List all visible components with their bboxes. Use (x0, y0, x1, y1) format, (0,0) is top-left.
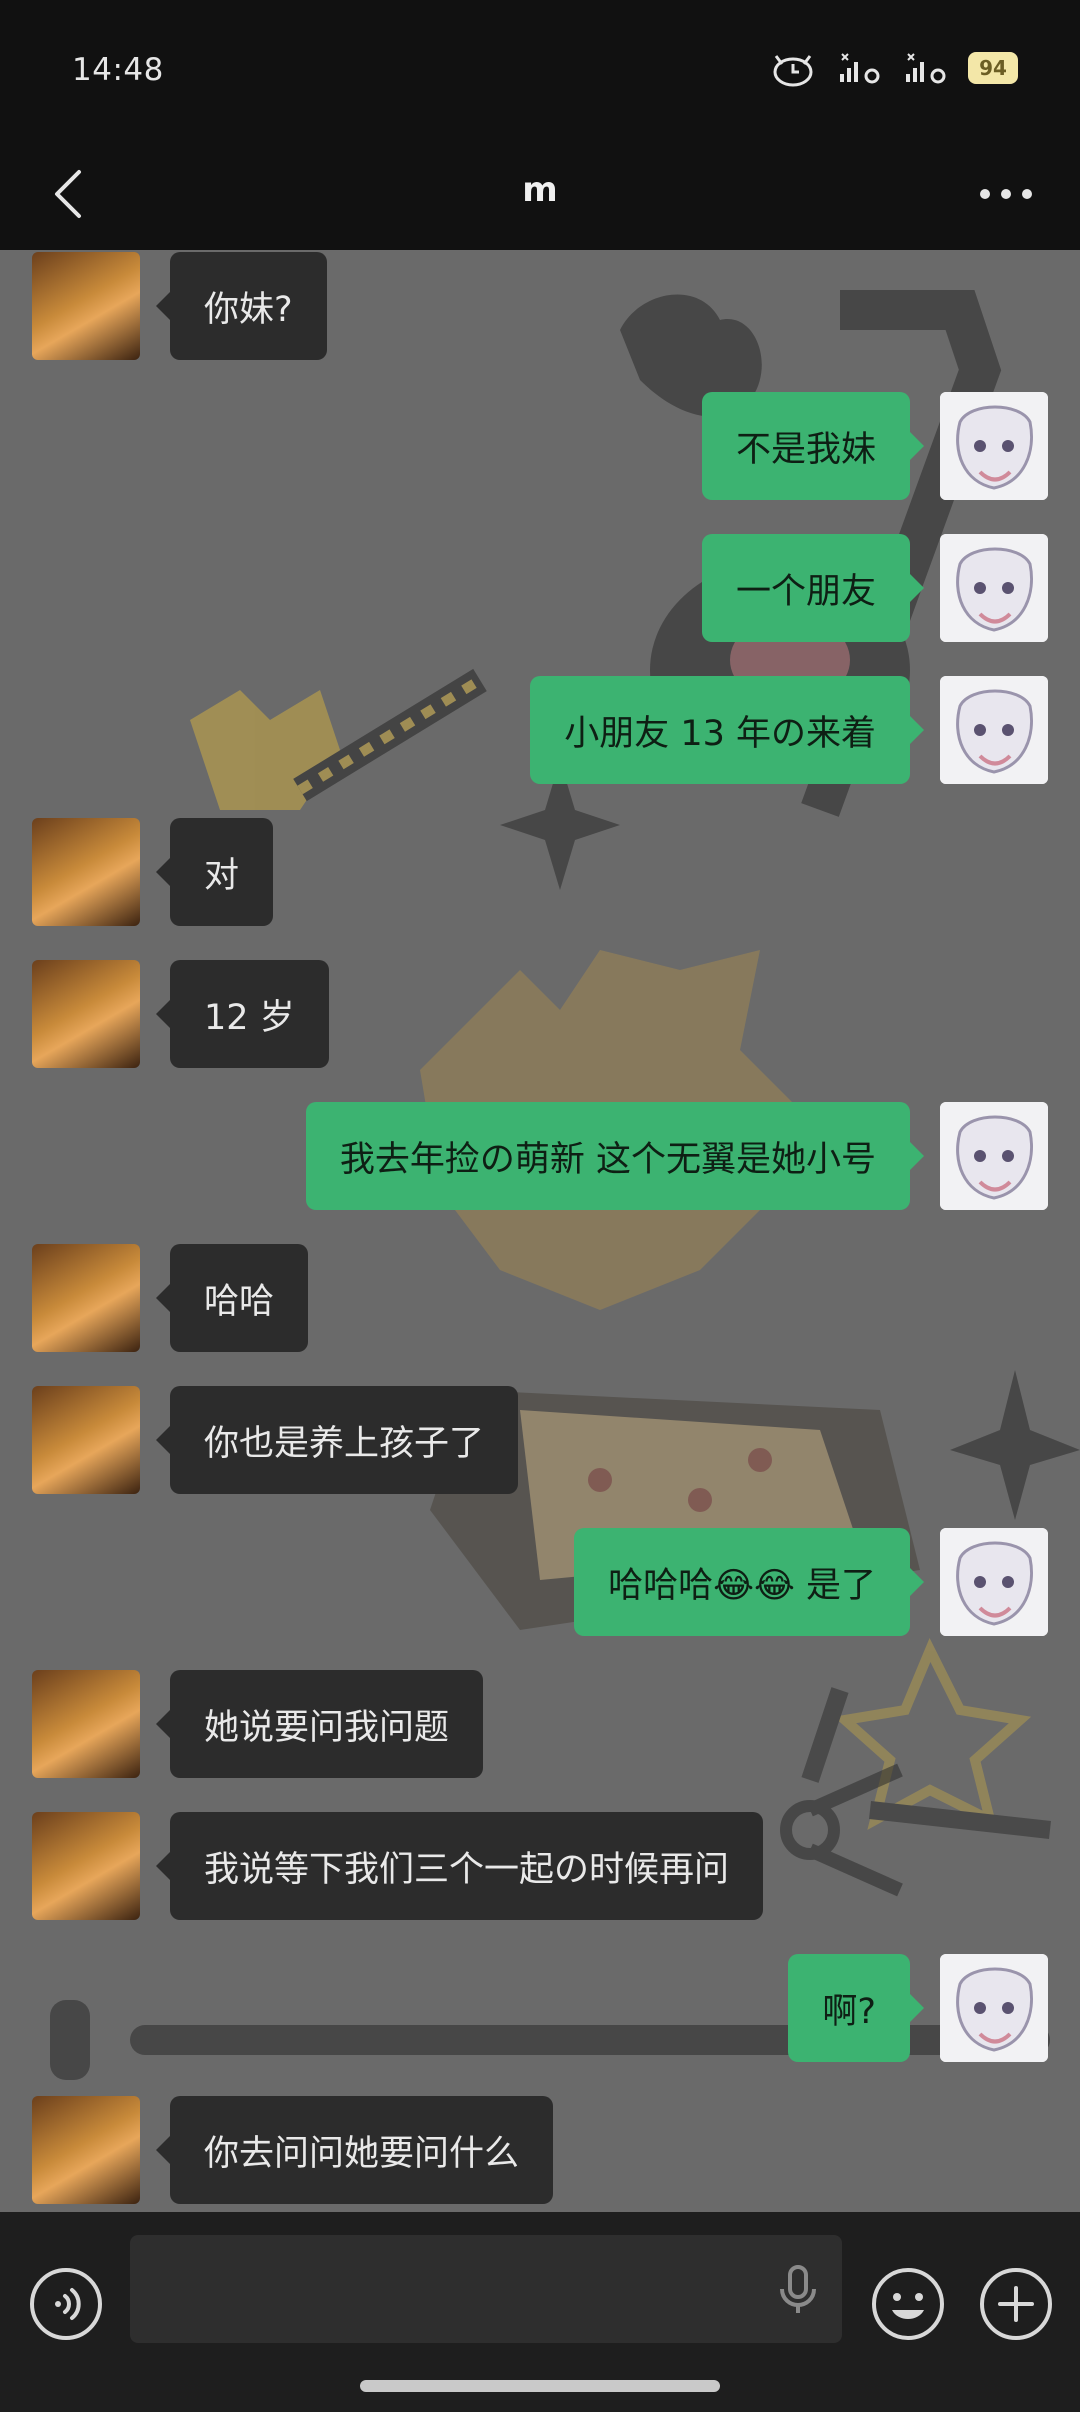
message-bubble[interactable]: 对 (155, 818, 274, 926)
peer-avatar[interactable] (32, 1244, 140, 1352)
message-bubble[interactable]: 不是我妹 (701, 392, 925, 500)
emoji-button[interactable] (870, 2266, 946, 2342)
message-text: 啊? (822, 1991, 876, 2032)
chat-title: m (522, 170, 558, 210)
message-text: 哈哈 (204, 1281, 275, 1322)
self-avatar[interactable] (940, 1528, 1048, 1636)
message-text: 不是我妹 (735, 429, 876, 470)
message-text: 12 岁 (204, 997, 295, 1038)
peer-avatar[interactable] (32, 2096, 140, 2204)
message-bubble[interactable]: 小朋友 13 年の来着 (530, 676, 924, 784)
more-actions-button[interactable] (978, 2266, 1054, 2342)
message-text: 你去问问她要问什么 (204, 2133, 520, 2174)
voice-mode-button[interactable] (28, 2266, 104, 2342)
message-text: 对 (204, 855, 240, 896)
message-text: 哈哈哈😂😂 是了 (608, 1565, 876, 1606)
message-bubble[interactable]: 啊? (788, 1954, 924, 2062)
status-time: 14:48 (72, 52, 164, 88)
message-input[interactable] (130, 2235, 842, 2343)
chat-header: m (0, 140, 1080, 250)
message-text: 她说要问我问题 (204, 1707, 450, 1748)
peer-avatar[interactable] (32, 818, 140, 926)
chat-area[interactable]: 你妹? 不是我妹 一个朋友 小朋友 13 年の来着 对 12 岁 我去年捡の萌新… (0, 250, 1080, 2212)
home-indicator[interactable] (360, 2380, 720, 2392)
message-text: 小朋友 13 年の来着 (564, 713, 876, 754)
self-avatar[interactable] (940, 1102, 1048, 1210)
microphone-icon[interactable] (774, 2265, 822, 2315)
status-icons: 94 (768, 48, 1018, 88)
self-avatar[interactable] (940, 392, 1048, 500)
input-bar (0, 2212, 1080, 2412)
message-bubble[interactable]: 一个朋友 (701, 534, 925, 642)
message-bubble[interactable]: 我去年捡の萌新 这个无翼是她小号 (305, 1102, 925, 1210)
message-bubble[interactable]: 你去问问她要问什么 (155, 2096, 554, 2204)
message-bubble[interactable]: 她说要问我问题 (155, 1670, 484, 1778)
status-bar: 14:48 94 (0, 0, 1080, 140)
self-avatar[interactable] (940, 534, 1048, 642)
message-text: 我去年捡の萌新 这个无翼是她小号 (339, 1139, 876, 1180)
battery-icon: 94 (968, 48, 1018, 88)
peer-avatar[interactable] (32, 960, 140, 1068)
message-bubble[interactable]: 你也是养上孩子了 (155, 1386, 519, 1494)
more-dots-icon (980, 189, 1032, 199)
more-options-button[interactable] (960, 162, 1052, 226)
signal-2-icon (902, 48, 950, 88)
smiley-icon (872, 2268, 944, 2340)
message-bubble[interactable]: 我说等下我们三个一起の时候再问 (155, 1812, 764, 1920)
message-bubble[interactable]: 12 岁 (156, 960, 329, 1068)
alarm-cat-icon (768, 48, 818, 88)
signal-1-icon (836, 48, 884, 88)
peer-avatar[interactable] (32, 252, 140, 360)
peer-avatar[interactable] (32, 1386, 140, 1494)
message-text: 你也是养上孩子了 (204, 1423, 485, 1464)
self-avatar[interactable] (940, 676, 1048, 784)
peer-avatar[interactable] (32, 1812, 140, 1920)
message-text: 我说等下我们三个一起の时候再问 (204, 1849, 730, 1890)
self-avatar[interactable] (940, 1954, 1048, 2062)
peer-avatar[interactable] (32, 1670, 140, 1778)
battery-level: 94 (968, 52, 1018, 84)
message-bubble[interactable]: 你妹? (156, 252, 327, 360)
plus-circle-icon (980, 2268, 1052, 2340)
voice-wave-icon (30, 2268, 102, 2340)
message-text: 一个朋友 (735, 571, 876, 612)
message-bubble[interactable]: 哈哈哈😂😂 是了 (574, 1528, 924, 1636)
message-bubble[interactable]: 哈哈 (155, 1244, 309, 1352)
message-text: 你妹? (204, 289, 293, 330)
